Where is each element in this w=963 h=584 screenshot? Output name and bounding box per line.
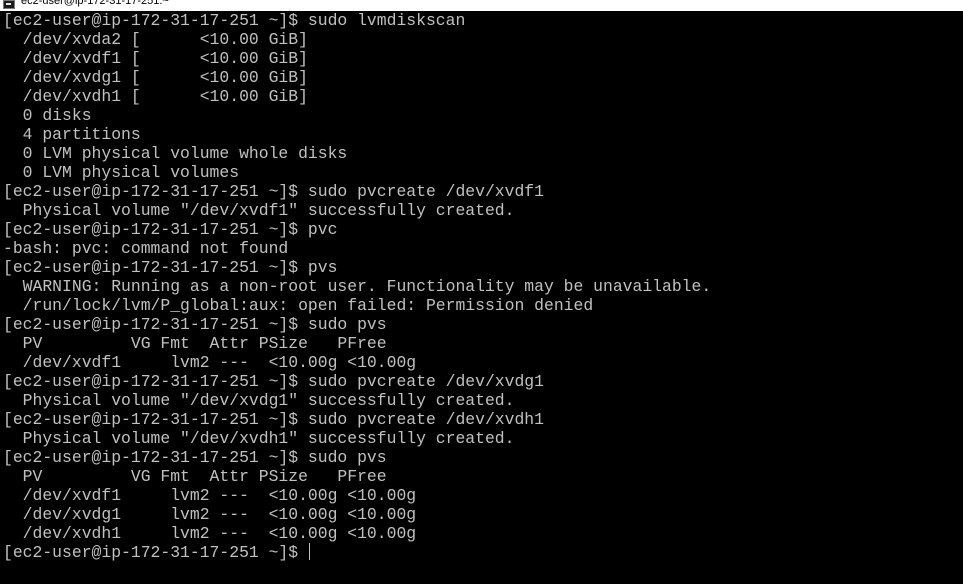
terminal-output[interactable]: [ec2-user@ip-172-31-17-251 ~]$ sudo lvmd… <box>3 11 961 584</box>
terminal-line: /dev/xvdh1 lvm2 --- <10.00g <10.00g <box>3 524 417 543</box>
text-cursor <box>308 543 310 560</box>
terminal-line: Physical volume "/dev/xvdg1" successfull… <box>3 391 515 410</box>
terminal-line: 0 LVM physical volumes <box>3 163 240 182</box>
terminal-prompt-line[interactable]: [ec2-user@ip-172-31-17-251 ~]$ <box>3 543 961 562</box>
terminal-line: [ec2-user@ip-172-31-17-251 ~]$ sudo pvs <box>3 448 387 467</box>
terminal-line: [ec2-user@ip-172-31-17-251 ~]$ sudo pvs <box>3 315 387 334</box>
terminal-line: /dev/xvdg1 [ <10.00 GiB] <box>3 68 308 87</box>
terminal-line: [ec2-user@ip-172-31-17-251 ~]$ pvs <box>3 258 338 277</box>
terminal-line: /dev/xvdf1 lvm2 --- <10.00g <10.00g <box>3 353 417 372</box>
terminal-line: [ec2-user@ip-172-31-17-251 ~]$ sudo pvcr… <box>3 182 544 201</box>
terminal-line: [ec2-user@ip-172-31-17-251 ~]$ sudo lvmd… <box>3 11 466 30</box>
terminal-line: [ec2-user@ip-172-31-17-251 ~]$ pvc <box>3 220 338 239</box>
title-bar[interactable]: ec2-user@ip-172-31-17-251:~ <box>0 0 963 11</box>
terminal-line: /dev/xvdg1 lvm2 --- <10.00g <10.00g <box>3 505 417 524</box>
terminal-line: Physical volume "/dev/xvdf1" successfull… <box>3 201 515 220</box>
terminal-line: PV VG Fmt Attr PSize PFree <box>3 334 387 353</box>
terminal-icon <box>3 0 15 9</box>
terminal-line: /dev/xvdh1 [ <10.00 GiB] <box>3 87 308 106</box>
terminal-line: /dev/xvdf1 [ <10.00 GiB] <box>3 49 308 68</box>
terminal-line: /dev/xvdf1 lvm2 --- <10.00g <10.00g <box>3 486 417 505</box>
terminal-line: PV VG Fmt Attr PSize PFree <box>3 467 387 486</box>
terminal-line: /run/lock/lvm/P_global:aux: open failed:… <box>3 296 594 315</box>
terminal-line: [ec2-user@ip-172-31-17-251 ~]$ sudo pvcr… <box>3 372 544 391</box>
window-title: ec2-user@ip-172-31-17-251:~ <box>21 0 169 7</box>
terminal-line: 0 LVM physical volume whole disks <box>3 144 348 163</box>
terminal-line: Physical volume "/dev/xvdh1" successfull… <box>3 429 515 448</box>
terminal-line: 0 disks <box>3 106 92 125</box>
terminal-line: 4 partitions <box>3 125 141 144</box>
terminal-line: WARNING: Running as a non-root user. Fun… <box>3 277 712 296</box>
terminal-prompt: [ec2-user@ip-172-31-17-251 ~]$ <box>3 543 308 562</box>
terminal-line: -bash: pvc: command not found <box>3 239 289 258</box>
terminal-window: ec2-user@ip-172-31-17-251:~ [ec2-user@ip… <box>0 0 963 584</box>
terminal-line: [ec2-user@ip-172-31-17-251 ~]$ sudo pvcr… <box>3 410 544 429</box>
terminal-line: /dev/xvda2 [ <10.00 GiB] <box>3 30 308 49</box>
